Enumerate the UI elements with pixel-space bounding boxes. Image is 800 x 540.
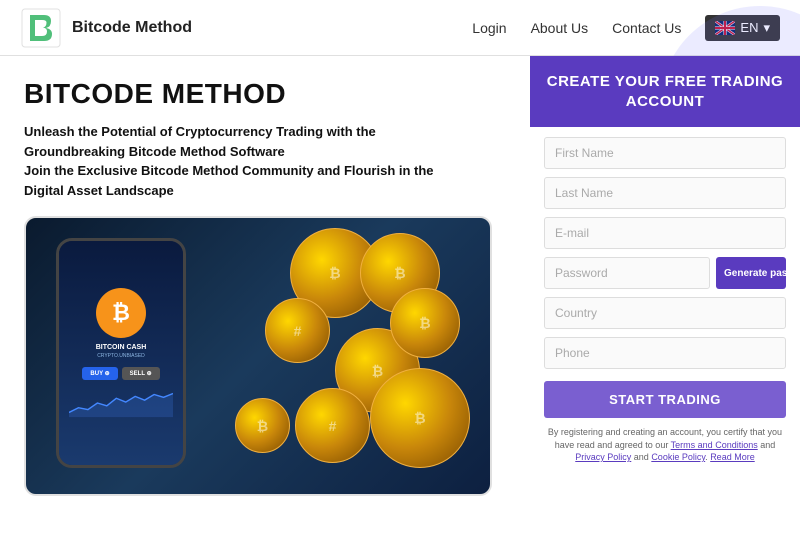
crypto-image: ₿ BITCOIN CASH CRYPTO.UNBIASED BUY ⊕ SEL…	[24, 216, 492, 496]
logo-icon	[20, 7, 62, 49]
generate-passwords-button[interactable]: Generate passwords	[716, 257, 786, 289]
about-link[interactable]: About Us	[531, 20, 589, 36]
trade-buttons: BUY ⊕ SELL ⊕	[82, 367, 159, 380]
password-field: Generate passwords	[544, 257, 786, 289]
coin: ₿	[370, 368, 470, 468]
last-name-input[interactable]	[544, 177, 786, 209]
logo-text: Bitcode Method	[72, 18, 192, 37]
privacy-link[interactable]: Privacy Policy	[575, 452, 631, 462]
disclaimer-text: By registering and creating an account, …	[544, 426, 786, 464]
crypto-subtitle: CRYPTO.UNBIASED	[97, 353, 145, 359]
phone-screen: ₿ BITCOIN CASH CRYPTO.UNBIASED BUY ⊕ SEL…	[59, 241, 183, 465]
phone-field	[544, 337, 786, 369]
terms-link[interactable]: Terms and Conditions	[671, 440, 758, 450]
country-input[interactable]	[544, 297, 786, 329]
email-input[interactable]	[544, 217, 786, 249]
phone-mockup: ₿ BITCOIN CASH CRYPTO.UNBIASED BUY ⊕ SEL…	[56, 238, 186, 468]
read-more-link[interactable]: Read More	[710, 452, 755, 462]
left-section: BITCODE METHOD Unleash the Potential of …	[0, 56, 530, 540]
main-content: BITCODE METHOD Unleash the Potential of …	[0, 56, 800, 540]
start-trading-button[interactable]: START TRADING	[544, 381, 786, 418]
coin: ₿	[235, 398, 290, 453]
coin: #	[295, 388, 370, 463]
buy-button-display: BUY ⊕	[82, 367, 117, 380]
form-body: Generate passwords START TRADING By regi…	[530, 127, 800, 474]
cookie-link[interactable]: Cookie Policy	[651, 452, 705, 462]
country-field	[544, 297, 786, 329]
sell-button-display: SELL ⊕	[122, 367, 160, 380]
hero-subtitle: Unleash the Potential of Cryptocurrency …	[24, 122, 506, 200]
login-link[interactable]: Login	[472, 20, 506, 36]
coin: ₿	[390, 288, 460, 358]
form-header: CREATE YOUR FREE TRADING ACCOUNT	[530, 56, 800, 127]
first-name-field	[544, 137, 786, 169]
coin: #	[265, 298, 330, 363]
mini-chart	[69, 388, 173, 418]
password-input[interactable]	[544, 257, 710, 289]
bitcoin-cash-name: BITCOIN CASH	[96, 344, 147, 351]
bitcoin-logo: ₿	[96, 288, 146, 338]
email-field	[544, 217, 786, 249]
page-title: BITCODE METHOD	[24, 78, 506, 110]
registration-form-panel: CREATE YOUR FREE TRADING ACCOUNT Generat…	[530, 56, 800, 540]
first-name-input[interactable]	[544, 137, 786, 169]
last-name-field	[544, 177, 786, 209]
logo-area: Bitcode Method	[20, 7, 192, 49]
contact-link[interactable]: Contact Us	[612, 20, 681, 36]
phone-input[interactable]	[544, 337, 786, 369]
